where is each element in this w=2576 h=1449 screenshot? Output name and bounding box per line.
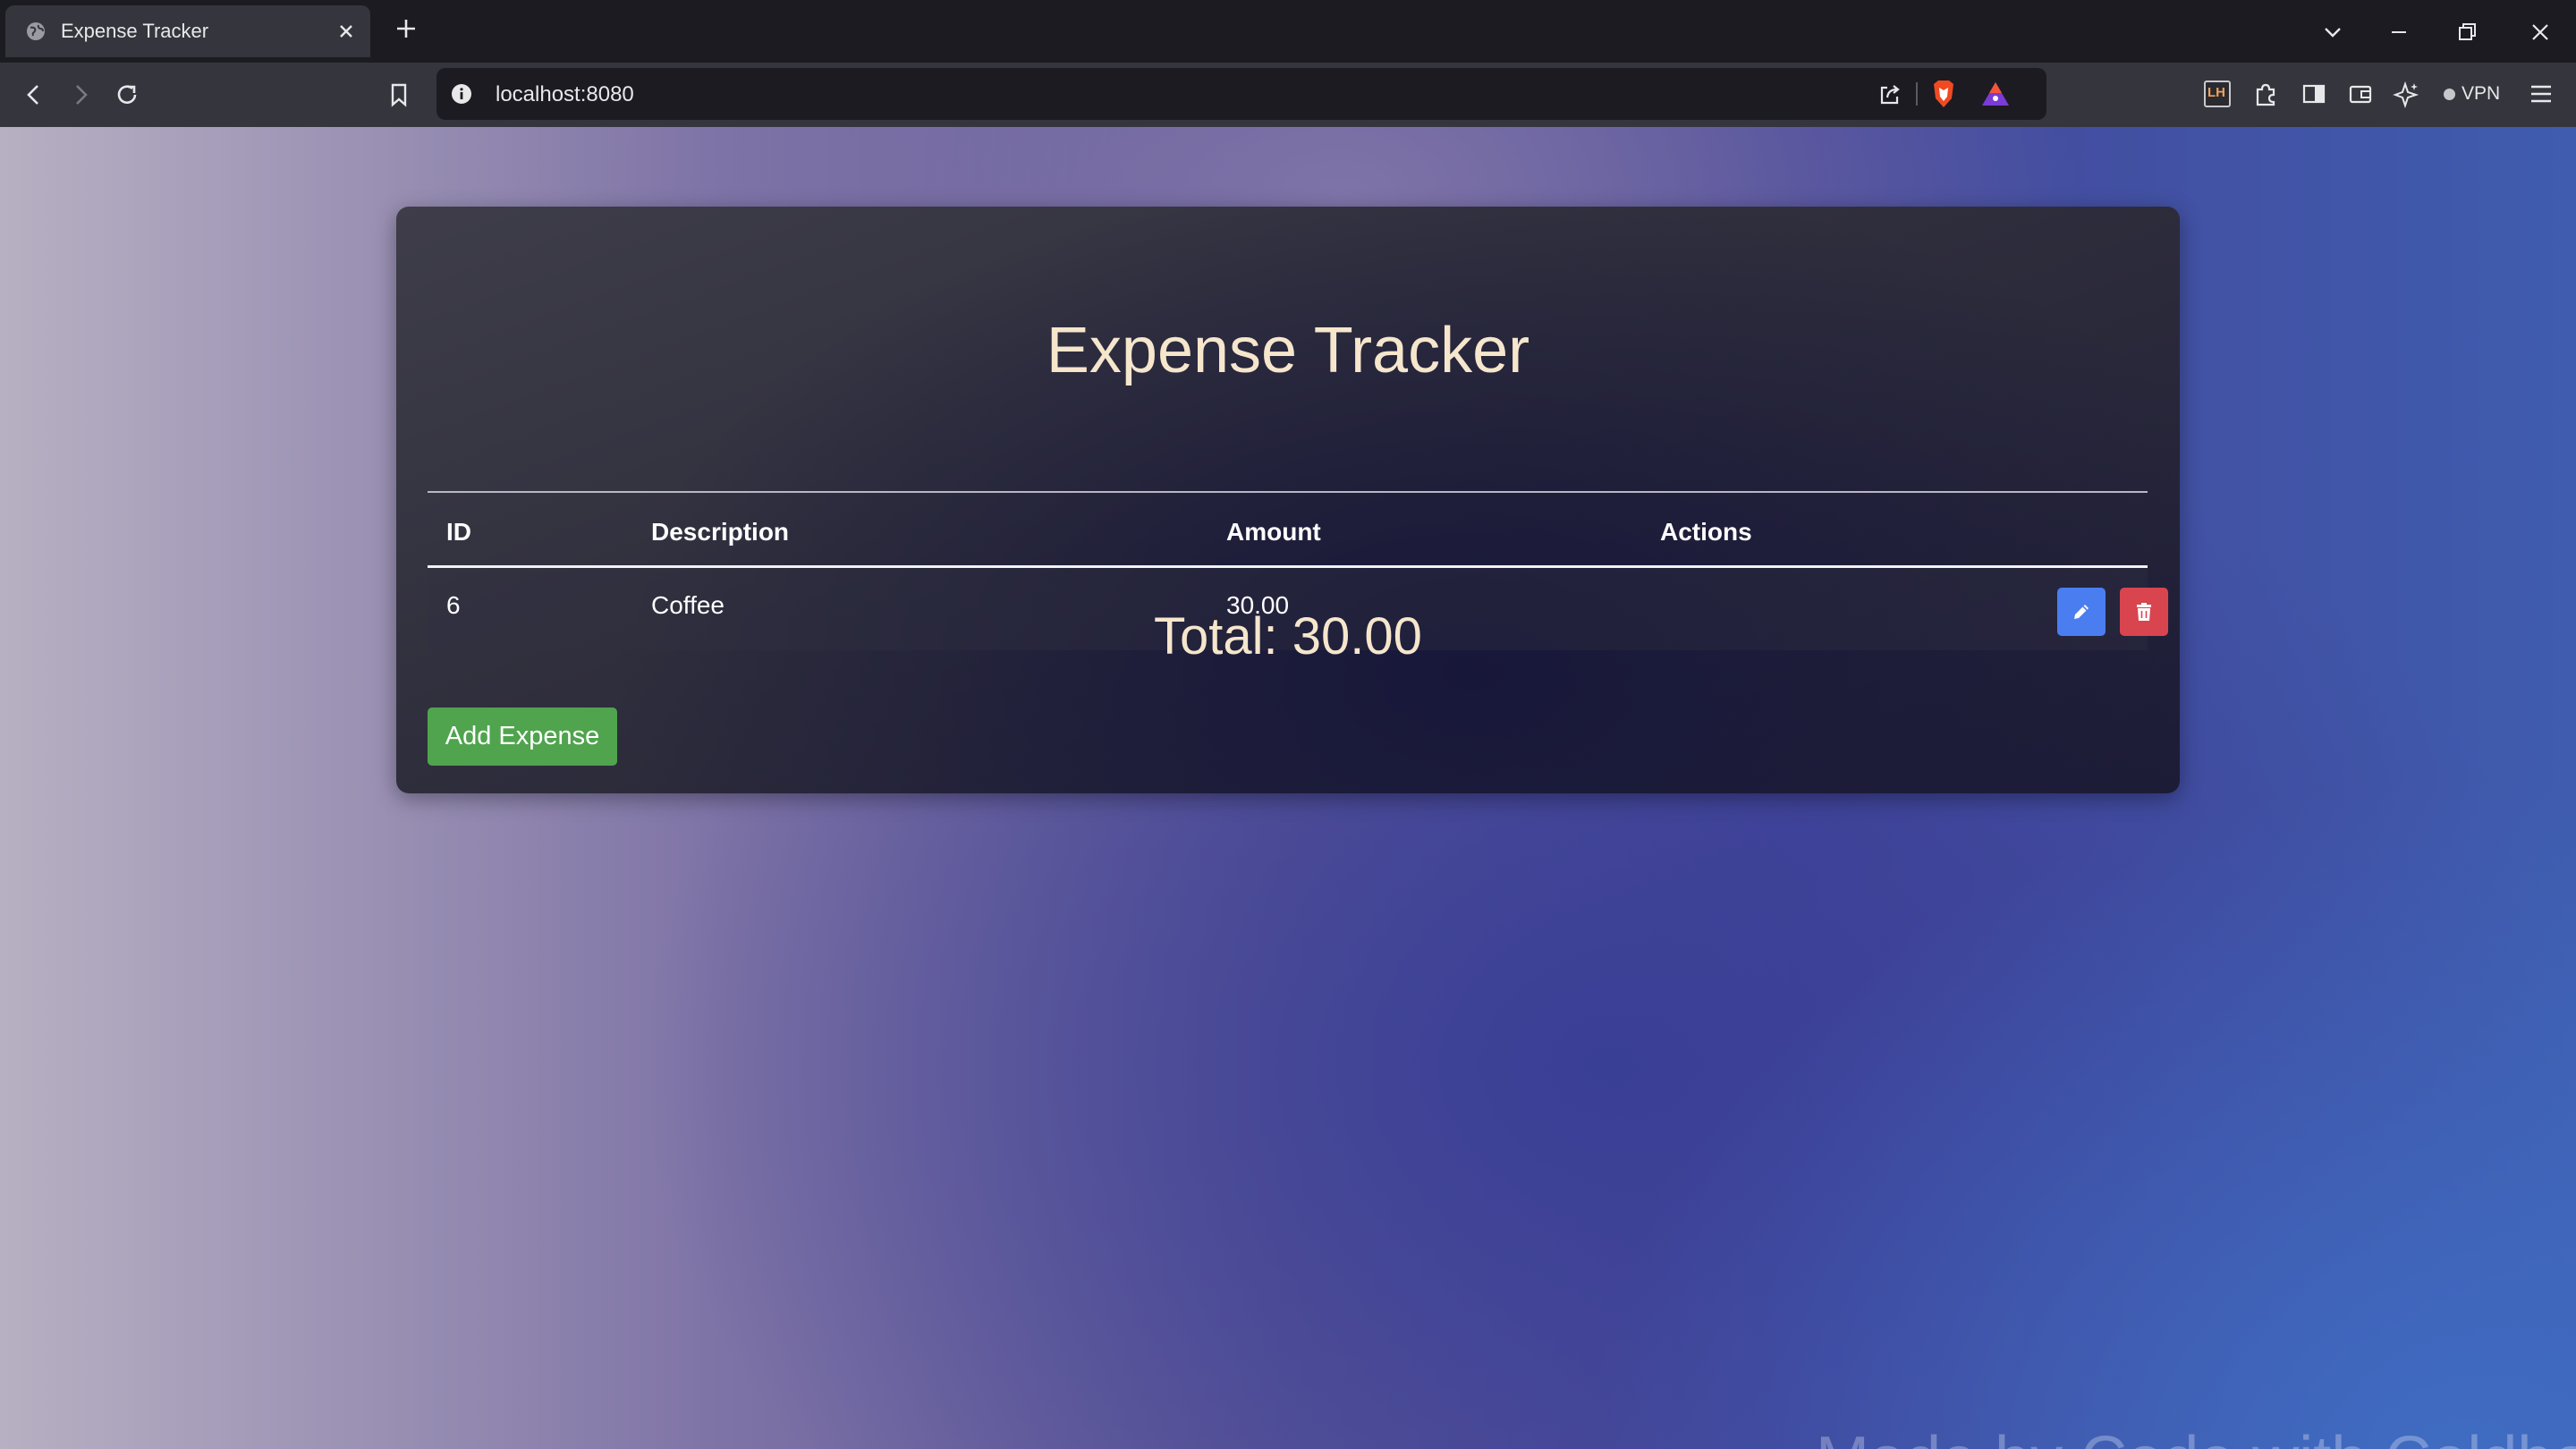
expense-tracker-card: Expense Tracker ID Description Amount Ac…: [396, 207, 2180, 793]
close-icon[interactable]: [2526, 18, 2555, 47]
add-expense-button[interactable]: Add Expense: [428, 708, 617, 766]
page-viewport: Expense Tracker ID Description Amount Ac…: [0, 127, 2576, 1449]
address-bar-divider: [1916, 82, 1918, 106]
column-header-description: Description: [651, 518, 790, 546]
watermark-text: Made by Code with Coldberrot: [1816, 1424, 2576, 1449]
total-amount: Total: 30.00: [1154, 607, 1422, 665]
vpn-button[interactable]: VPN: [2436, 77, 2512, 111]
vpn-label: VPN: [2462, 83, 2501, 104]
bookmark-icon[interactable]: [383, 79, 415, 111]
browser-tab[interactable]: Expense Tracker: [5, 5, 370, 57]
lighthouse-extension-icon[interactable]: LH: [2204, 80, 2231, 107]
info-icon[interactable]: [451, 83, 472, 105]
globe-icon: [27, 22, 45, 40]
share-icon[interactable]: [1877, 80, 1903, 107]
page-title: Expense Tracker: [1046, 315, 1530, 386]
back-icon[interactable]: [18, 79, 50, 111]
brave-rewards-icon[interactable]: [1980, 80, 2011, 107]
menu-icon[interactable]: [2526, 79, 2556, 109]
new-tab-icon[interactable]: [392, 14, 420, 43]
tab-search-icon[interactable]: [2318, 18, 2347, 47]
vpn-status-dot: [2444, 89, 2455, 100]
wallet-icon[interactable]: [2345, 79, 2376, 109]
column-header-actions: Actions: [1660, 518, 1752, 546]
tab-title: Expense Tracker: [61, 20, 209, 42]
close-tab-icon[interactable]: [335, 20, 358, 43]
column-header-amount: Amount: [1226, 518, 1321, 546]
sidebar-icon[interactable]: [2299, 79, 2329, 109]
browser-toolbar: localhost:8080 LH VPN: [0, 63, 2576, 127]
column-header-id: ID: [446, 518, 471, 546]
url-text[interactable]: localhost:8080: [496, 82, 634, 107]
address-bar[interactable]: localhost:8080: [436, 68, 2046, 120]
extension-badge: LH: [2207, 85, 2225, 100]
forward-icon[interactable]: [64, 79, 97, 111]
brave-shields-icon[interactable]: [1930, 79, 1957, 109]
table-header: ID Description Amount Actions: [428, 491, 2148, 568]
leo-ai-icon[interactable]: [2392, 79, 2422, 109]
restore-icon[interactable]: [2453, 18, 2481, 47]
browser-tab-bar: Expense Tracker: [0, 0, 2576, 63]
extensions-icon[interactable]: [2250, 79, 2281, 109]
minimize-icon[interactable]: [2385, 18, 2413, 47]
reload-icon[interactable]: [111, 79, 143, 111]
